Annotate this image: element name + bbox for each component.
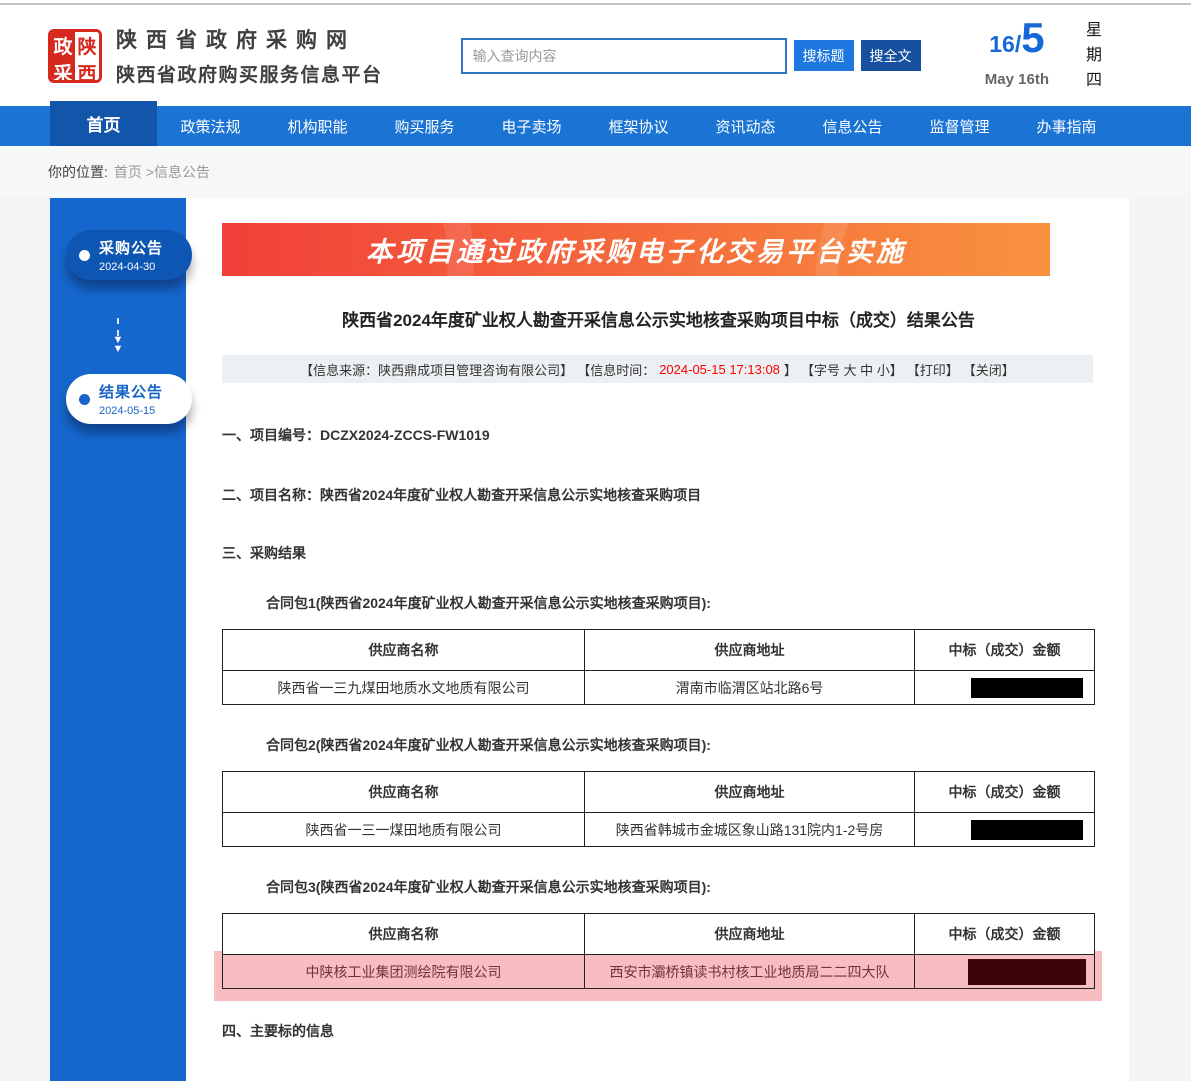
article-main: 本项目通过政府采购电子化交易平台实施 陕西省2024年度矿业权人勘查开采信息公示… [186,198,1129,1081]
supplier-address-cell: 渭南市临渭区站北路6号 [585,671,915,705]
search-title-button[interactable]: 搜标题 [794,40,854,71]
article-meta-bar: 【信息来源：陕西鼎成项目管理咨询有限公司】 【信息时间： 2024-05-15 1… [222,355,1093,383]
package-3-intro: 合同包3(陕西省2024年度矿业权人勘查开采信息公示实地核查采购项目): [266,877,1095,897]
supplier-address-cell: 陕西省韩城市金城区象山路131院内1-2号房 [585,813,915,847]
breadcrumb: 你的位置: 首页 >信息公告 [0,146,1191,198]
nav-item-announcements[interactable]: 信息公告 [799,106,906,146]
table-row: 陕西省一三一煤田地质有限公司 陕西省韩城市金城区象山路131院内1-2号房 [223,813,1095,847]
nav-item-policies[interactable]: 政策法规 [157,106,264,146]
timeline-arrow-icon: ▼ ▼ [50,300,186,372]
meta-time-value: 2024-05-15 17:13:08 [659,362,780,377]
main-nav: 首页 政策法规 机构职能 购买服务 电子卖场 框架协议 资讯动态 信息公告 监督… [0,106,1191,146]
date-weekday: 星期四 [1079,21,1103,96]
package-2-table: 供应商名称 供应商地址 中标（成交）金额 陕西省一三一煤田地质有限公司 陕西省韩… [222,771,1095,847]
date-english: May 16th [985,71,1049,88]
meta-source: 【信息来源：陕西鼎成项目管理咨询有限公司】 [300,360,573,379]
date-widget: 16/5 May 16th 星期四 [985,15,1151,96]
supplier-name-cell: 中陕核工业集团测绘院有限公司 [223,955,585,989]
search-input[interactable] [461,38,787,74]
package-3-table: 供应商名称 供应商地址 中标（成交）金额 中陕核工业集团测绘院有限公司 西安市灞… [222,913,1095,989]
nav-item-supervision[interactable]: 监督管理 [906,106,1013,146]
redacted-amount [968,959,1086,985]
package-1-table-wrap: 供应商名称 供应商地址 中标（成交）金额 陕西省一三九煤田地质水文地质有限公司 … [222,629,1094,705]
table-row-highlighted: 中陕核工业集团测绘院有限公司 西安市灞桥镇读书村核工业地质局二二四大队 [223,955,1095,989]
section-project-name: 二、项目名称：陕西省2024年度矿业权人勘查开采信息公示实地核查采购项目 [222,485,1095,505]
table-header-row: 供应商名称 供应商地址 中标（成交）金额 [223,772,1095,813]
site-subtitle: 陕西省政府购买服务信息平台 [116,60,383,87]
logo-char: 陕 [75,32,99,59]
search-fulltext-button[interactable]: 搜全文 [861,40,921,71]
award-amount-cell [915,813,1095,847]
package-2-intro: 合同包2(陕西省2024年度矿业权人勘查开采信息公示实地核查采购项目): [266,735,1095,755]
breadcrumb-current: 信息公告 [154,164,210,180]
logo-char: 政 [51,32,75,59]
breadcrumb-prefix: 你的位置: [48,162,108,182]
nav-item-framework[interactable]: 框架协议 [585,106,692,146]
sidebar-item-date: 2024-04-30 [99,261,163,273]
meta-time-prefix: 【信息时间： [577,360,655,379]
nav-item-functions[interactable]: 机构职能 [264,106,371,146]
redacted-amount [971,678,1083,698]
meta-time-suffix: 】 [784,360,797,379]
logo-char: 采 [51,59,75,83]
award-amount-cell [915,671,1095,705]
date-month: 5 [1021,14,1044,61]
nav-item-home[interactable]: 首页 [50,101,157,146]
col-header-supplier-address: 供应商地址 [585,630,915,671]
date-day: 16 [989,31,1015,57]
nav-item-purchase-service[interactable]: 购买服务 [371,106,478,146]
section-project-number: 一、项目编号：DCZX2024-ZCCS-FW1019 [222,425,1095,445]
logo-char: 西 [75,59,99,83]
package-1-intro: 合同包1(陕西省2024年度矿业权人勘查开采信息公示实地核查采购项目): [266,593,1095,613]
site-logo-seal-icon[interactable]: 政 陕 采 西 [48,29,102,83]
col-header-award-amount: 中标（成交）金额 [915,914,1095,955]
col-header-supplier-address: 供应商地址 [585,772,915,813]
font-size-control[interactable]: 【字号 大 中 小】 [801,360,903,379]
table-header-row: 供应商名称 供应商地址 中标（成交）金额 [223,914,1095,955]
sidebar-item-date: 2024-05-15 [99,405,163,417]
date-numbers: 16/5 May 16th [985,15,1049,88]
nav-item-e-mall[interactable]: 电子卖场 [478,106,585,146]
table-header-row: 供应商名称 供应商地址 中标（成交）金额 [223,630,1095,671]
breadcrumb-separator: > [142,164,154,180]
supplier-name-cell: 陕西省一三一煤田地质有限公司 [223,813,585,847]
content-container: 采购公告 2024-04-30 ▼ ▼ 结果公告 2024-05-15 本项目通… [50,198,1129,1081]
article-title: 陕西省2024年度矿业权人勘查开采信息公示实地核查采购项目中标（成交）结果公告 [222,306,1095,331]
sidebar-item-result-notice[interactable]: 结果公告 2024-05-15 [66,374,192,424]
supplier-name-cell: 陕西省一三九煤田地质水文地质有限公司 [223,671,585,705]
close-button[interactable]: 【关闭】 [963,360,1015,379]
sidebar: 采购公告 2024-04-30 ▼ ▼ 结果公告 2024-05-15 [50,198,186,1081]
supplier-address-cell: 西安市灞桥镇读书村核工业地质局二二四大队 [585,955,915,989]
col-header-award-amount: 中标（成交）金额 [915,630,1095,671]
section-main-subject-info: 四、主要标的信息 [222,1021,1095,1041]
sidebar-item-procurement-notice[interactable]: 采购公告 2024-04-30 [66,230,192,280]
col-header-supplier-address: 供应商地址 [585,914,915,955]
nav-item-guide[interactable]: 办事指南 [1013,106,1120,146]
bullet-dot-icon [79,394,90,405]
col-header-award-amount: 中标（成交）金额 [915,772,1095,813]
section-procurement-result: 三、采购结果 [222,543,1095,563]
nav-item-news[interactable]: 资讯动态 [692,106,799,146]
bullet-dot-icon [79,250,90,261]
redacted-amount [971,820,1083,840]
award-amount-cell [915,955,1095,989]
col-header-supplier-name: 供应商名称 [223,630,585,671]
site-title: 陕西省政府采购网 [116,24,383,54]
table-row: 陕西省一三九煤田地质水文地质有限公司 渭南市临渭区站北路6号 [223,671,1095,705]
site-brand: 陕西省政府采购网 陕西省政府购买服务信息平台 [116,24,383,87]
col-header-supplier-name: 供应商名称 [223,772,585,813]
sidebar-item-label: 结果公告 [99,381,163,402]
package-3-table-wrap: 供应商名称 供应商地址 中标（成交）金额 中陕核工业集团测绘院有限公司 西安市灞… [222,913,1094,989]
package-1-table: 供应商名称 供应商地址 中标（成交）金额 陕西省一三九煤田地质水文地质有限公司 … [222,629,1095,705]
breadcrumb-home-link[interactable]: 首页 [114,164,142,180]
sidebar-item-label: 采购公告 [99,237,163,258]
search-bar: 搜标题 搜全文 [461,38,921,74]
platform-banner: 本项目通过政府采购电子化交易平台实施 [222,223,1050,276]
print-button[interactable]: 【打印】 [907,360,959,379]
package-2-table-wrap: 供应商名称 供应商地址 中标（成交）金额 陕西省一三一煤田地质有限公司 陕西省韩… [222,771,1094,847]
site-header: 政 陕 采 西 陕西省政府采购网 陕西省政府购买服务信息平台 搜标题 搜全文 1… [0,5,1191,106]
page-body: 采购公告 2024-04-30 ▼ ▼ 结果公告 2024-05-15 本项目通… [0,198,1191,1081]
col-header-supplier-name: 供应商名称 [223,914,585,955]
